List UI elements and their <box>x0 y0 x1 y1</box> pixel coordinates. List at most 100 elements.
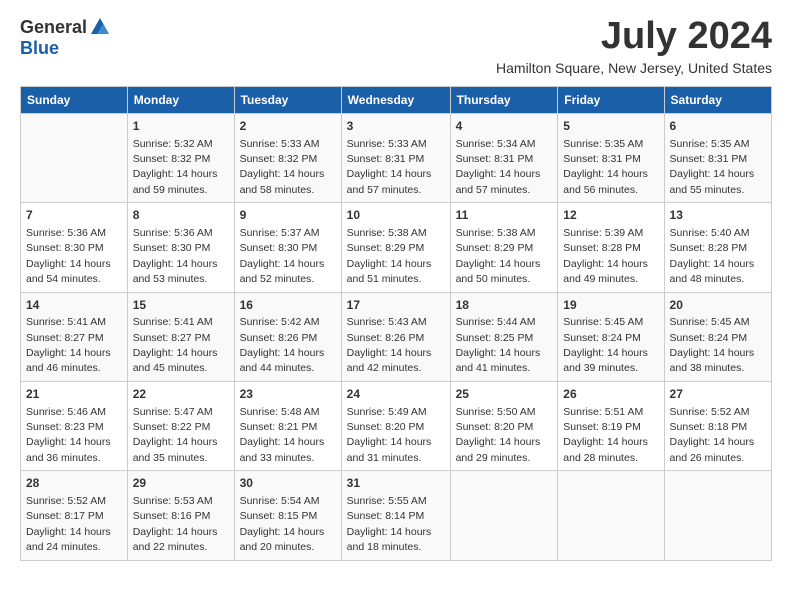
calendar-cell <box>450 471 558 560</box>
day-info: Sunrise: 5:33 AM Sunset: 8:32 PM Dayligh… <box>240 138 325 196</box>
day-header-saturday: Saturday <box>664 86 771 113</box>
day-info: Sunrise: 5:39 AM Sunset: 8:28 PM Dayligh… <box>563 227 648 285</box>
day-info: Sunrise: 5:44 AM Sunset: 8:25 PM Dayligh… <box>456 316 541 374</box>
day-number: 25 <box>456 386 553 403</box>
calendar-table: SundayMondayTuesdayWednesdayThursdayFrid… <box>20 86 772 561</box>
day-number: 19 <box>563 297 658 314</box>
day-number: 23 <box>240 386 336 403</box>
day-number: 18 <box>456 297 553 314</box>
day-number: 30 <box>240 475 336 492</box>
calendar-cell: 28Sunrise: 5:52 AM Sunset: 8:17 PM Dayli… <box>21 471 128 560</box>
day-info: Sunrise: 5:37 AM Sunset: 8:30 PM Dayligh… <box>240 227 325 285</box>
calendar-cell: 20 Sunrise: 5:45 AM Sunset: 8:24 PM Dayli… <box>664 292 771 381</box>
day-number: 21 <box>26 386 122 403</box>
calendar-cell: 4 Sunrise: 5:34 AM Sunset: 8:31 PM Daylig… <box>450 113 558 202</box>
day-number: 9 <box>240 207 336 224</box>
day-header-sunday: Sunday <box>21 86 128 113</box>
calendar-cell: 11Sunrise: 5:38 AM Sunset: 8:29 PM Dayli… <box>450 203 558 292</box>
logo-blue-text: Blue <box>20 38 59 59</box>
calendar-cell: 24Sunrise: 5:49 AM Sunset: 8:20 PM Dayli… <box>341 381 450 470</box>
day-info: Sunrise: 5:45 AM Sunset: 8:24 PM Dayligh… <box>563 316 648 374</box>
day-info: Sunrise: 5:34 AM Sunset: 8:31 PM Dayligh… <box>456 138 541 196</box>
calendar-week-row: 28Sunrise: 5:52 AM Sunset: 8:17 PM Dayli… <box>21 471 772 560</box>
calendar-cell: 10 Sunrise: 5:38 AM Sunset: 8:29 PM Dayli… <box>341 203 450 292</box>
calendar-cell: 6 Sunrise: 5:35 AM Sunset: 8:31 PM Daylig… <box>664 113 771 202</box>
calendar-cell: 9 Sunrise: 5:37 AM Sunset: 8:30 PM Daylig… <box>234 203 341 292</box>
day-info: Sunrise: 5:32 AM Sunset: 8:32 PM Dayligh… <box>133 138 218 196</box>
day-info: Sunrise: 5:52 AM Sunset: 8:18 PM Dayligh… <box>670 406 755 464</box>
calendar-cell: 27 Sunrise: 5:52 AM Sunset: 8:18 PM Dayli… <box>664 381 771 470</box>
day-number: 10 <box>347 207 445 224</box>
day-number: 31 <box>347 475 445 492</box>
day-number: 16 <box>240 297 336 314</box>
day-number: 12 <box>563 207 658 224</box>
day-info: Sunrise: 5:38 AM Sunset: 8:29 PM Dayligh… <box>456 227 541 285</box>
calendar-cell: 21 Sunrise: 5:46 AM Sunset: 8:23 PM Dayli… <box>21 381 128 470</box>
calendar-cell: 8 Sunrise: 5:36 AM Sunset: 8:30 PM Daylig… <box>127 203 234 292</box>
calendar-cell: 7 Sunrise: 5:36 AM Sunset: 8:30 PM Daylig… <box>21 203 128 292</box>
calendar-cell <box>664 471 771 560</box>
calendar-cell: 29Sunrise: 5:53 AM Sunset: 8:16 PM Dayli… <box>127 471 234 560</box>
day-info: Sunrise: 5:42 AM Sunset: 8:26 PM Dayligh… <box>240 316 325 374</box>
day-number: 4 <box>456 118 553 135</box>
day-number: 15 <box>133 297 229 314</box>
day-info: Sunrise: 5:45 AM Sunset: 8:24 PM Dayligh… <box>670 316 755 374</box>
day-info: Sunrise: 5:35 AM Sunset: 8:31 PM Dayligh… <box>670 138 755 196</box>
calendar-cell: 17Sunrise: 5:43 AM Sunset: 8:26 PM Dayli… <box>341 292 450 381</box>
calendar-cell: 31 Sunrise: 5:55 AM Sunset: 8:14 PM Dayli… <box>341 471 450 560</box>
day-info: Sunrise: 5:36 AM Sunset: 8:30 PM Dayligh… <box>133 227 218 285</box>
day-header-thursday: Thursday <box>450 86 558 113</box>
calendar-cell: 23Sunrise: 5:48 AM Sunset: 8:21 PM Dayli… <box>234 381 341 470</box>
day-info: Sunrise: 5:38 AM Sunset: 8:29 PM Dayligh… <box>347 227 432 285</box>
calendar-title: July 2024 <box>496 16 772 58</box>
calendar-cell: 1Sunrise: 5:32 AM Sunset: 8:32 PM Daylig… <box>127 113 234 202</box>
day-number: 3 <box>347 118 445 135</box>
day-number: 13 <box>670 207 766 224</box>
calendar-week-row: 21 Sunrise: 5:46 AM Sunset: 8:23 PM Dayli… <box>21 381 772 470</box>
day-number: 27 <box>670 386 766 403</box>
calendar-cell: 13Sunrise: 5:40 AM Sunset: 8:28 PM Dayli… <box>664 203 771 292</box>
calendar-cell: 12 Sunrise: 5:39 AM Sunset: 8:28 PM Dayli… <box>558 203 664 292</box>
logo-general-text: General <box>20 17 87 38</box>
day-header-tuesday: Tuesday <box>234 86 341 113</box>
calendar-week-row: 14 Sunrise: 5:41 AM Sunset: 8:27 PM Dayli… <box>21 292 772 381</box>
calendar-cell: 3 Sunrise: 5:33 AM Sunset: 8:31 PM Daylig… <box>341 113 450 202</box>
day-number: 7 <box>26 207 122 224</box>
day-number: 5 <box>563 118 658 135</box>
calendar-subtitle: Hamilton Square, New Jersey, United Stat… <box>496 60 772 76</box>
calendar-cell: 5Sunrise: 5:35 AM Sunset: 8:31 PM Daylig… <box>558 113 664 202</box>
calendar-cell: 18 Sunrise: 5:44 AM Sunset: 8:25 PM Dayli… <box>450 292 558 381</box>
day-number: 24 <box>347 386 445 403</box>
calendar-week-row: 1Sunrise: 5:32 AM Sunset: 8:32 PM Daylig… <box>21 113 772 202</box>
day-number: 8 <box>133 207 229 224</box>
calendar-cell <box>558 471 664 560</box>
calendar-cell: 22Sunrise: 5:47 AM Sunset: 8:22 PM Dayli… <box>127 381 234 470</box>
calendar-cell: 19 Sunrise: 5:45 AM Sunset: 8:24 PM Dayli… <box>558 292 664 381</box>
calendar-header-row: SundayMondayTuesdayWednesdayThursdayFrid… <box>21 86 772 113</box>
day-number: 28 <box>26 475 122 492</box>
calendar-cell: 15 Sunrise: 5:41 AM Sunset: 8:27 PM Dayli… <box>127 292 234 381</box>
day-number: 22 <box>133 386 229 403</box>
day-header-wednesday: Wednesday <box>341 86 450 113</box>
day-info: Sunrise: 5:36 AM Sunset: 8:30 PM Dayligh… <box>26 227 111 285</box>
calendar-cell: 16 Sunrise: 5:42 AM Sunset: 8:26 PM Dayli… <box>234 292 341 381</box>
day-number: 17 <box>347 297 445 314</box>
logo-icon <box>89 16 111 38</box>
day-info: Sunrise: 5:51 AM Sunset: 8:19 PM Dayligh… <box>563 406 648 464</box>
calendar-cell: 25 Sunrise: 5:50 AM Sunset: 8:20 PM Dayli… <box>450 381 558 470</box>
day-info: Sunrise: 5:50 AM Sunset: 8:20 PM Dayligh… <box>456 406 541 464</box>
calendar-week-row: 7 Sunrise: 5:36 AM Sunset: 8:30 PM Daylig… <box>21 203 772 292</box>
day-number: 14 <box>26 297 122 314</box>
day-info: Sunrise: 5:55 AM Sunset: 8:14 PM Dayligh… <box>347 495 432 553</box>
day-info: Sunrise: 5:54 AM Sunset: 8:15 PM Dayligh… <box>240 495 325 553</box>
day-info: Sunrise: 5:33 AM Sunset: 8:31 PM Dayligh… <box>347 138 432 196</box>
day-info: Sunrise: 5:41 AM Sunset: 8:27 PM Dayligh… <box>133 316 218 374</box>
day-number: 20 <box>670 297 766 314</box>
day-info: Sunrise: 5:46 AM Sunset: 8:23 PM Dayligh… <box>26 406 111 464</box>
calendar-cell: 2Sunrise: 5:33 AM Sunset: 8:32 PM Daylig… <box>234 113 341 202</box>
day-number: 6 <box>670 118 766 135</box>
header: General Blue July 2024 Hamilton Square, … <box>20 16 772 76</box>
day-number: 29 <box>133 475 229 492</box>
day-info: Sunrise: 5:41 AM Sunset: 8:27 PM Dayligh… <box>26 316 111 374</box>
calendar-cell: 14 Sunrise: 5:41 AM Sunset: 8:27 PM Dayli… <box>21 292 128 381</box>
